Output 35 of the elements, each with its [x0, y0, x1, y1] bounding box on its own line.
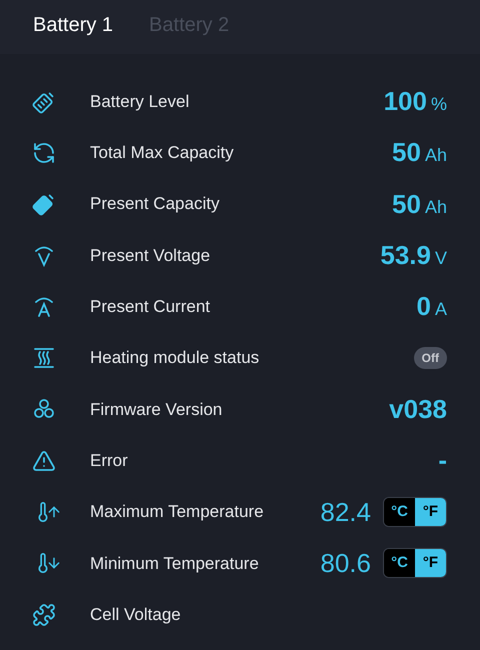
value-text: -: [438, 444, 447, 478]
row-label: Total Max Capacity: [90, 142, 235, 164]
value-text: 50: [392, 188, 421, 221]
row-label: Present Voltage: [90, 244, 212, 267]
puzzle-icon: [32, 602, 56, 627]
value-text: v038: [389, 392, 447, 426]
unit-option[interactable]: °F: [415, 549, 446, 578]
value-text: 50: [392, 136, 421, 170]
unit-text: V: [434, 247, 447, 270]
row-label: Cell Voltage: [90, 604, 182, 626]
row-label: Firmware Version: [90, 398, 224, 421]
row-label: Present Capacity: [90, 193, 220, 216]
row-label: Heating module status: [90, 347, 260, 370]
value-text: 53.9: [380, 239, 431, 272]
warning-icon: [32, 448, 56, 473]
value-text: 0: [416, 290, 431, 324]
status-pill[interactable]: Off: [414, 347, 447, 370]
tab[interactable]: Battery 1: [33, 10, 114, 36]
row-label: Battery Level: [90, 90, 190, 113]
unit-text: Ah: [424, 144, 447, 168]
refresh-icon: [32, 140, 56, 165]
row-label: Maximum Temperature: [90, 501, 265, 524]
voltage-icon: [32, 244, 56, 268]
unit-text: A: [434, 298, 447, 322]
row-label: Minimum Temperature: [90, 552, 260, 575]
row-label: Present Current: [90, 296, 211, 318]
unit-option[interactable]: °F: [415, 498, 446, 526]
value-text: 80.6: [320, 546, 371, 580]
current-icon: [32, 294, 56, 319]
heater-icon: [32, 346, 56, 370]
row-label: Error: [90, 450, 129, 472]
unit-text: Ah: [424, 196, 447, 219]
value-text: 82.4: [320, 496, 371, 529]
unit-text: %: [430, 93, 447, 116]
value-text: 100: [384, 85, 427, 118]
